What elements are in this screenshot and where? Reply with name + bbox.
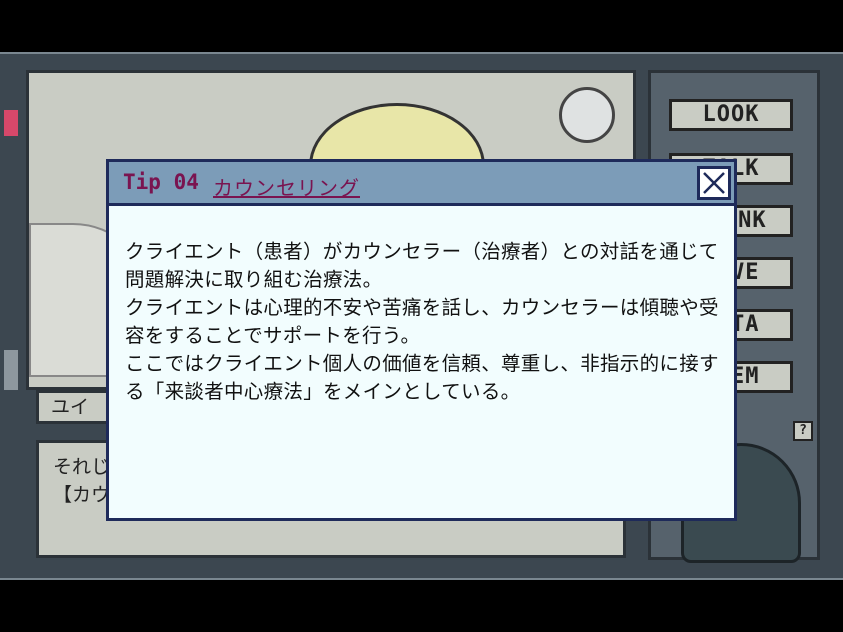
frame-decoration <box>4 110 18 136</box>
dialog-titlebar: Tip 04 カウンセリング <box>109 162 734 206</box>
close-x-icon <box>703 172 725 194</box>
tip-dialog: Tip 04 カウンセリング クライエント（患者）がカウンセラー（治療者）との対… <box>106 159 737 521</box>
tip-body-line: 問題解決に取り組む治療法。 <box>125 268 383 291</box>
tip-body: クライエント（患者）がカウンセラー（治療者）との対話を通じて 問題解決に取り組む… <box>125 238 720 406</box>
frame-decoration <box>4 350 18 390</box>
speaker-name: ユイ <box>36 390 116 424</box>
close-button[interactable] <box>697 166 731 200</box>
tip-body-line: 容をすることでサポートを行う。 <box>125 324 421 347</box>
wall-clock <box>559 87 615 143</box>
tip-number: Tip 04 <box>123 170 199 194</box>
look-button[interactable]: LOOK <box>669 99 793 131</box>
help-button[interactable]: ? <box>793 421 813 441</box>
tip-body-line: クライエントは心理的不安や苦痛を話し、カウンセラーは傾聴や受 <box>125 296 719 319</box>
tip-body-line: る「来談者中心療法」をメインとしている。 <box>125 380 521 403</box>
tip-body-line: クライエント（患者）がカウンセラー（治療者）との対話を通じて <box>125 240 719 263</box>
tip-body-line: ここではクライエント個人の価値を信頼、尊重し、非指示的に接す <box>125 352 719 375</box>
tip-title: カウンセリング <box>213 176 360 200</box>
